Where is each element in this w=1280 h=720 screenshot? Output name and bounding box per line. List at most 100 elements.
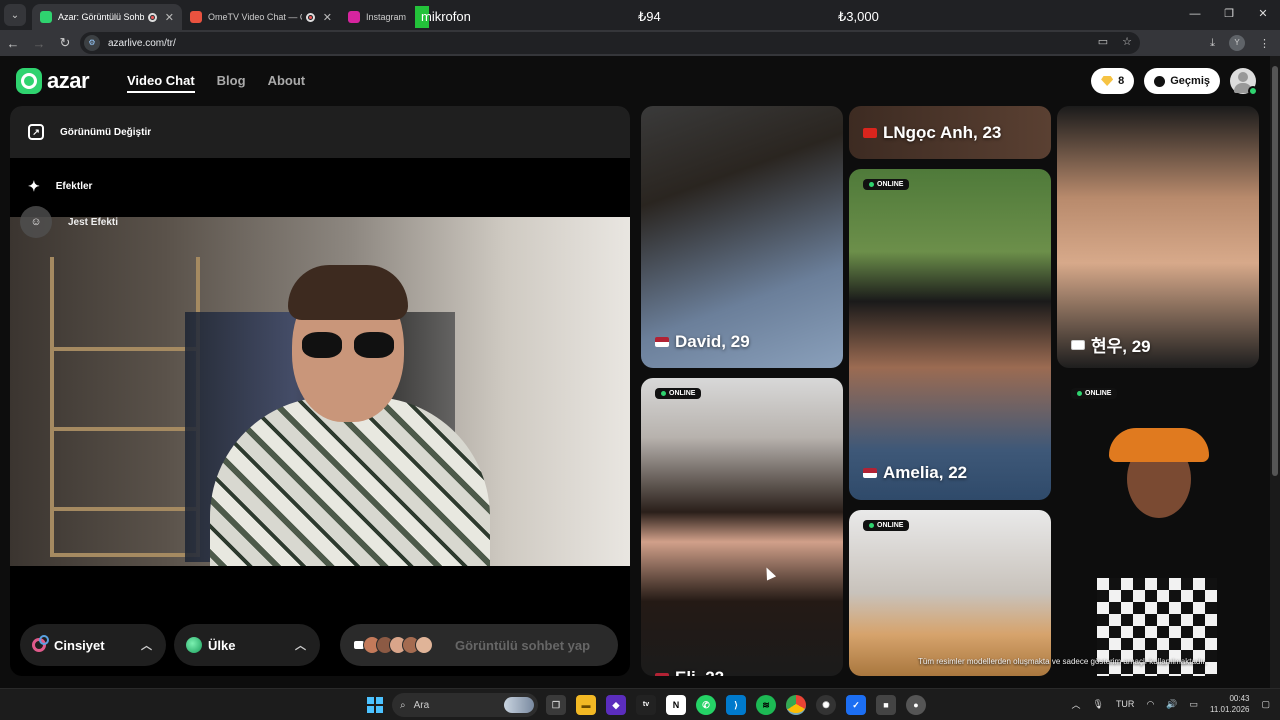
vn-flag-icon <box>863 128 877 138</box>
nav-blog[interactable]: Blog <box>217 73 246 93</box>
chatgpt-icon[interactable]: ✺ <box>816 695 836 715</box>
url-text[interactable]: azarlive.com/tr/ <box>108 38 176 49</box>
close-window-button[interactable]: ✕ <box>1246 0 1280 30</box>
spotify-icon[interactable]: ≋ <box>756 695 776 715</box>
orange-bucket-hat <box>1109 428 1209 462</box>
filter-controls: Cinsiyet ︿ Ülke ︿ Görüntülü sohbet yap <box>10 621 630 667</box>
profile-card[interactable]: LNgọc Anh, 23 <box>849 106 1051 159</box>
search-placeholder: Ara <box>413 699 430 711</box>
task-view-icon[interactable]: ❐ <box>546 695 566 715</box>
chevron-up-icon: ︿ <box>295 640 306 652</box>
history-button[interactable]: Geçmiş <box>1144 68 1220 94</box>
back-icon[interactable]: ← <box>0 36 26 51</box>
cast-icon[interactable]: ▭ <box>1098 35 1108 48</box>
forward-icon[interactable]: → <box>26 36 52 51</box>
profile-card[interactable]: ONLINE Eli, 22 <box>641 378 843 676</box>
profile-card[interactable]: 현우, 29 <box>1057 106 1259 368</box>
nav-video-chat[interactable]: Video Chat <box>127 73 195 93</box>
profile-card[interactable]: ONLINE Amelia, 22 <box>849 169 1051 500</box>
video-panel: ↗ Görünümü Değiştir ✦ Efektler ☺ Jest Ef… <box>10 106 630 676</box>
effects-button[interactable]: ✦ Efektler <box>10 160 630 212</box>
wifi-icon[interactable]: ◠ <box>1146 699 1154 710</box>
online-badge: ONLINE <box>863 179 910 190</box>
overlay-label: mikrofon <box>421 9 471 24</box>
close-tab-icon[interactable]: ✕ <box>323 11 332 24</box>
app-recorder-icon[interactable]: ● <box>906 695 926 715</box>
logo-text: azar <box>47 68 90 93</box>
kr-flag-icon <box>1071 339 1085 350</box>
us-flag-icon <box>655 337 669 347</box>
shelf-board <box>50 427 200 431</box>
profile-name: 현우, 29 <box>1071 332 1151 357</box>
whatsapp-icon[interactable]: ✆ <box>696 695 716 715</box>
local-camera-preview <box>10 217 630 566</box>
overlay-price: ₺94 <box>638 9 661 24</box>
shelf-board <box>50 347 200 351</box>
start-chat-label: Görüntülü sohbet yap <box>455 637 591 653</box>
gender-label: Cinsiyet <box>54 637 105 653</box>
apple-tv-icon[interactable]: tv <box>636 695 656 715</box>
windows-start-icon[interactable] <box>367 697 383 713</box>
file-explorer-icon[interactable]: ▬ <box>576 695 596 715</box>
profile-card[interactable]: ONLINE <box>1057 378 1259 676</box>
notion-icon[interactable]: N <box>666 695 686 715</box>
battery-icon[interactable]: ▭ <box>1190 699 1199 710</box>
user-avatar[interactable] <box>1230 68 1258 96</box>
language-indicator[interactable]: TUR <box>1116 699 1135 709</box>
profile-name: David, 29 <box>655 332 750 352</box>
minimize-button[interactable]: — <box>1178 0 1212 30</box>
todo-icon[interactable]: ✓ <box>846 695 866 715</box>
tab-title: Instagram <box>366 12 407 22</box>
recording-icon <box>148 12 157 22</box>
menu-kebab-icon[interactable]: ⋮ <box>1259 37 1270 50</box>
volume-icon[interactable]: 🔊 <box>1166 699 1177 710</box>
reload-icon[interactable]: ↻ <box>52 35 78 51</box>
azar-logo[interactable]: azar <box>16 68 90 94</box>
bookmark-star-icon[interactable]: ☆ <box>1122 35 1132 48</box>
site-info-icon[interactable]: ⚙ <box>84 35 100 51</box>
profile-card[interactable]: ONLINE <box>849 510 1051 676</box>
taskbar-search[interactable]: ⌕ Ara <box>392 693 538 717</box>
gesture-effect-button[interactable]: ☺ Jest Efekti <box>20 206 118 238</box>
tab-search-button[interactable]: ⌄ <box>4 4 26 26</box>
profile-card[interactable]: David, 29 <box>641 106 843 368</box>
maximize-button[interactable]: ❐ <box>1212 0 1246 30</box>
gem-icon <box>1101 76 1114 86</box>
scrollbar-thumb[interactable] <box>1272 66 1278 476</box>
app-cube-icon[interactable]: ■ <box>876 695 896 715</box>
chevron-up-icon[interactable]: ︿ <box>1071 698 1080 711</box>
nav-about[interactable]: About <box>268 73 306 93</box>
start-video-chat-button[interactable]: Görüntülü sohbet yap <box>340 624 618 666</box>
online-badge: ONLINE <box>863 520 910 531</box>
tab-ometv[interactable]: OmeTV Video Chat — Ome ✕ <box>182 4 340 30</box>
search-icon: ⌕ <box>400 699 406 711</box>
vscode-icon[interactable]: ⟩ <box>726 695 746 715</box>
chrome-icon[interactable] <box>786 695 806 715</box>
taskbar-clock[interactable]: 00:43 11.01.2026 <box>1210 693 1249 715</box>
change-view-button[interactable]: ↗ Görünümü Değiştir <box>10 106 630 158</box>
app-purple-icon[interactable]: ◆ <box>606 695 626 715</box>
main-nav: Video Chat Blog About <box>127 73 305 93</box>
tab-azar[interactable]: Azar: Görüntülü Sohbet & Y ✕ <box>32 4 182 30</box>
site-header: azar Video Chat Blog About 8 Geçmiş <box>0 56 1270 106</box>
globe-icon <box>186 637 202 653</box>
recording-icon <box>306 12 315 22</box>
page-scrollbar[interactable] <box>1270 56 1280 688</box>
azar-logo-icon <box>16 68 42 94</box>
country-label: Ülke <box>208 637 236 653</box>
close-tab-icon[interactable]: ✕ <box>165 11 174 24</box>
notification-icon[interactable]: ▢ <box>1261 699 1270 710</box>
overlay-price: ₺3,000 <box>838 9 879 24</box>
download-icon[interactable]: ⤓ <box>1210 37 1215 50</box>
tab-instagram[interactable]: Instagram <box>340 4 420 30</box>
shelf-board <box>50 507 200 511</box>
omnibox[interactable]: ⚙ azarlive.com/tr/ ▭ ☆ <box>80 32 1140 54</box>
gender-filter-button[interactable]: Cinsiyet ︿ <box>20 624 166 666</box>
country-filter-button[interactable]: Ülke ︿ <box>174 624 320 666</box>
search-highlight-image <box>504 697 534 713</box>
microphone-icon[interactable]: 🎙 <box>1093 699 1104 710</box>
effects-label: Efektler <box>55 180 93 192</box>
profile-avatar[interactable]: Y <box>1229 35 1245 51</box>
sunglasses <box>302 332 394 358</box>
gem-balance-button[interactable]: 8 <box>1091 68 1135 94</box>
